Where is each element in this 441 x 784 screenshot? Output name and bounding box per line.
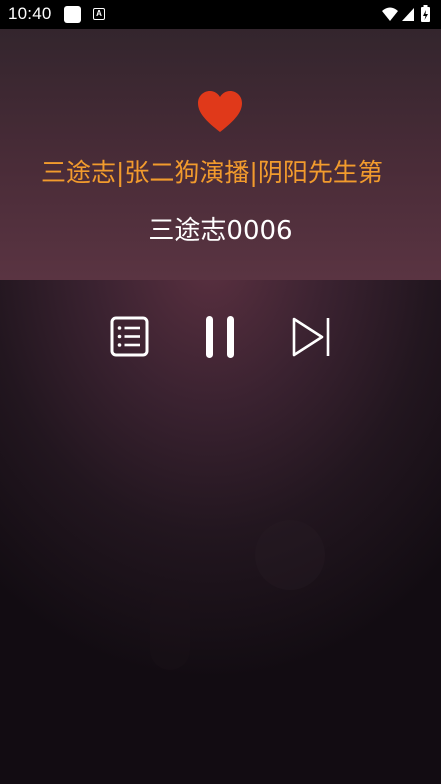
status-bar: 10:40 A (0, 0, 441, 29)
wifi-icon (382, 7, 398, 21)
app-notification-icon (64, 6, 81, 23)
battery-charging-icon (421, 5, 430, 22)
track-title: 三途志0006 (148, 216, 293, 246)
album-title: 三途志|张二狗演播|阴阳先生第 (41, 158, 383, 187)
playback-controls (0, 308, 441, 366)
a-icon: A (93, 8, 105, 20)
player-screen: 10:40 A 三途志|张二狗演播|阴阳先生第 三途志0006 (0, 0, 441, 784)
heart-icon[interactable] (196, 90, 244, 134)
pause-icon (206, 316, 234, 358)
status-right-icons (381, 5, 433, 25)
background-artwork-blur (255, 520, 325, 590)
playlist-button[interactable] (101, 308, 159, 366)
background-artwork-blur (150, 590, 190, 670)
skip-next-icon (292, 317, 330, 357)
next-button[interactable] (282, 308, 340, 366)
pause-button[interactable] (191, 308, 249, 366)
playlist-icon (110, 316, 149, 357)
status-time: 10:40 (8, 4, 52, 23)
signal-icon (402, 8, 414, 21)
